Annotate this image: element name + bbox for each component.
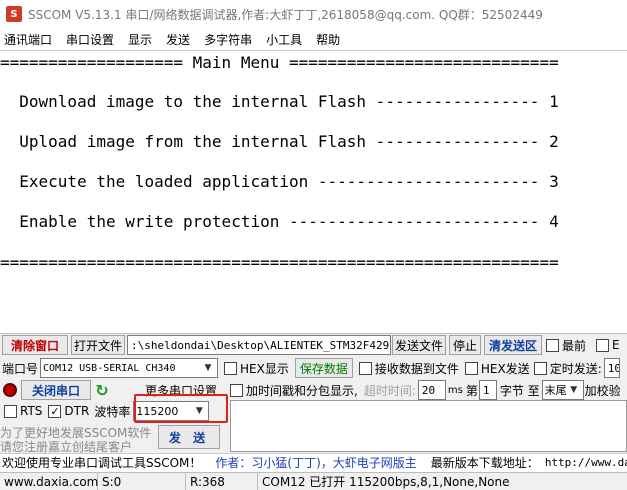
- receive-area[interactable]: =================== Main Menu ==========…: [0, 50, 627, 333]
- frontmost-label: 最前: [562, 338, 587, 353]
- nth-byte-input[interactable]: 1: [478, 380, 497, 400]
- menu-bar: 通讯端口 串口设置 显示 发送 多字符串 小工具 帮助: [0, 28, 627, 50]
- hex-display-checkbox[interactable]: [224, 361, 238, 375]
- receive-to-file-checkbox[interactable]: [358, 361, 372, 375]
- terminal-line: =================== Main Menu ==========…: [0, 53, 559, 72]
- timed-send-label: 定时发送:: [549, 361, 602, 376]
- terminal-line: Execute the loaded application ---------…: [0, 172, 559, 191]
- refresh-icon[interactable]: ↻: [94, 381, 110, 400]
- timed-send-checkbox[interactable]: [533, 361, 547, 375]
- hex-display-label: HEX显示: [240, 361, 289, 376]
- timed-send-input[interactable]: 10: [603, 358, 620, 378]
- app-icon: S: [6, 6, 22, 22]
- toolbar-row-2: 端口号 COM12 USB-SERIAL CH340 ▼ HEX显示 保存数据 …: [2, 357, 620, 379]
- save-data-button[interactable]: 保存数据: [294, 358, 353, 378]
- rts-checkbox[interactable]: [4, 404, 17, 418]
- close-port-button[interactable]: 关闭串口: [21, 380, 91, 400]
- terminal-line: Enable the write protection ------------…: [0, 212, 559, 231]
- checksum-label: 加校验: [584, 383, 621, 398]
- stop-button[interactable]: 停止: [449, 335, 481, 355]
- nth-label: 第: [465, 383, 478, 398]
- status-sent-count: S:0: [98, 472, 186, 490]
- port-label: 端口号: [2, 361, 39, 376]
- menu-multi-string[interactable]: 多字符串: [197, 31, 259, 48]
- menu-display[interactable]: 显示: [121, 31, 159, 48]
- window-title: SSCOM V5.13.1 串口/网络数据调试器,作者:大虾丁丁,2618058…: [28, 7, 543, 22]
- terminal-line: ========================================…: [0, 253, 559, 272]
- menu-tools[interactable]: 小工具: [259, 31, 309, 48]
- status-received-count: R:368: [186, 472, 258, 490]
- file-path-input[interactable]: :\sheldondai\Desktop\ALIENTEK_STM32F429.…: [127, 335, 391, 355]
- menu-help[interactable]: 帮助: [309, 31, 347, 48]
- chevron-down-icon: ▼: [204, 363, 212, 373]
- dtr-label: DTR: [64, 404, 90, 418]
- timeout-label: 超时时间:: [363, 383, 416, 398]
- english-checkbox[interactable]: [596, 338, 610, 352]
- check-icon: ✓: [50, 404, 60, 418]
- english-label: E: [612, 338, 620, 352]
- status-bar: www.daxia.com S:0 R:368 COM12 已打开 115200…: [0, 472, 627, 490]
- toolbar-row-1: 清除窗口 打开文件 :\sheldondai\Desktop\ALIENTEK_…: [2, 334, 620, 356]
- end-select[interactable]: 末尾 ▼: [541, 380, 584, 400]
- baud-highlight-box: [134, 394, 228, 423]
- menu-send[interactable]: 发送: [159, 31, 197, 48]
- timestamp-row: 加时间戳和分包显示, 超时时间: 20 ms 第 1 字节 至 末尾 ▼ 加校验: [230, 379, 621, 401]
- clear-window-button[interactable]: 清除窗口: [2, 335, 68, 355]
- frontmost-checkbox[interactable]: [546, 338, 559, 352]
- marquee-welcome: 欢迎使用专业串口调试工具SSCOM！: [2, 456, 202, 470]
- receive-to-file-label: 接收数据到文件: [374, 361, 459, 376]
- terminal-line: Upload image from the internal Flash ---…: [0, 132, 559, 151]
- rts-label: RTS: [20, 404, 43, 418]
- marquee-author: 作者：习小猛(丁丁)，大虾电子网版主: [215, 456, 417, 470]
- dtr-checkbox[interactable]: ✓: [48, 404, 62, 418]
- marquee-bar: 欢迎使用专业串口调试工具SSCOM！ 作者：习小猛(丁丁)，大虾电子网版主 最新…: [0, 453, 627, 471]
- hex-send-checkbox[interactable]: [464, 361, 478, 375]
- title-bar: S SSCOM V5.13.1 串口/网络数据调试器,作者:大虾丁丁,26180…: [0, 0, 627, 28]
- marquee-url[interactable]: http://www.daxia: [545, 456, 627, 469]
- toolbar-row-3: 关闭串口 ↻: [3, 379, 110, 401]
- clear-send-button[interactable]: 清发送区: [484, 335, 542, 355]
- port-select[interactable]: COM12 USB-SERIAL CH340 ▼: [40, 358, 219, 378]
- port-status-indicator-icon: [3, 383, 17, 397]
- menu-serial-settings[interactable]: 串口设置: [59, 31, 121, 48]
- send-button[interactable]: 发 送: [158, 425, 220, 449]
- port-value: COM12 USB-SERIAL CH340: [43, 362, 176, 374]
- baud-label: 波特率: [94, 404, 131, 419]
- end-select-value: 末尾: [544, 384, 567, 397]
- chevron-down-icon: ▼: [570, 385, 578, 395]
- hex-send-label: HEX发送: [480, 361, 530, 376]
- marquee-download: 最新版本下载地址：: [430, 456, 539, 470]
- menu-port[interactable]: 通讯端口: [0, 31, 59, 48]
- ms-label: ms: [447, 384, 463, 396]
- timestamp-checkbox[interactable]: [230, 383, 243, 397]
- terminal-line: Download image to the internal Flash ---…: [0, 92, 559, 111]
- timeout-input[interactable]: 20: [417, 380, 446, 400]
- status-website[interactable]: www.daxia.com: [0, 472, 98, 490]
- status-port-info: COM12 已打开 115200bps,8,1,None,None: [262, 475, 510, 489]
- timestamp-label: 加时间戳和分包显示,: [246, 383, 358, 398]
- open-file-button[interactable]: 打开文件: [71, 335, 125, 355]
- byte-to-label: 字节 至: [499, 383, 540, 398]
- send-file-button[interactable]: 发送文件: [392, 335, 446, 355]
- send-text-area[interactable]: [230, 400, 627, 452]
